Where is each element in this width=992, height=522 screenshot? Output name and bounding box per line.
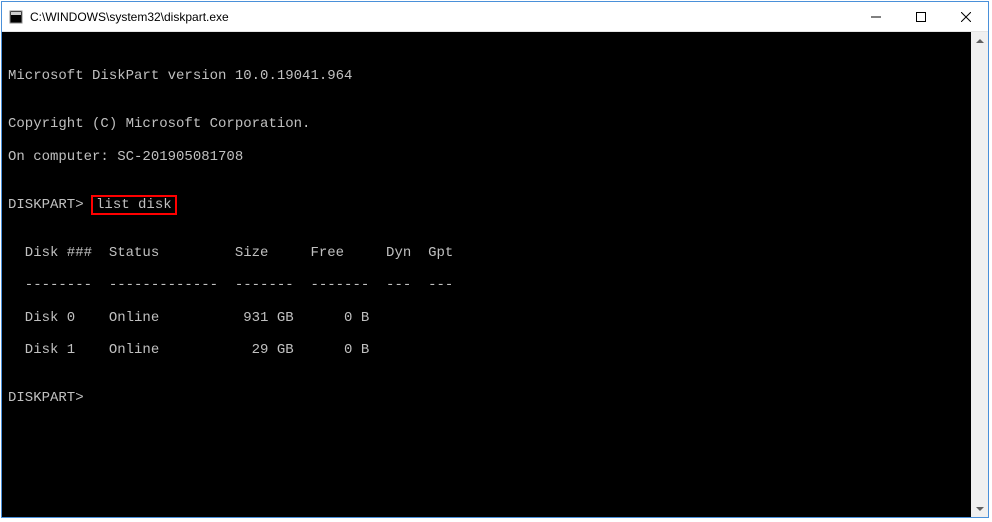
close-button[interactable] (943, 2, 988, 31)
titlebar[interactable]: C:\WINDOWS\system32\diskpart.exe (2, 2, 988, 32)
copyright-line: Copyright (C) Microsoft Corporation. (8, 116, 965, 132)
maximize-button[interactable] (898, 2, 943, 31)
app-icon (8, 9, 24, 25)
scroll-down-arrow[interactable] (971, 500, 988, 517)
scroll-track[interactable] (971, 49, 988, 500)
content-area: Microsoft DiskPart version 10.0.19041.96… (2, 32, 988, 517)
prompt-line: DISKPART> (8, 390, 965, 406)
table-header: Disk ### Status Size Free Dyn Gpt (8, 245, 965, 261)
window-frame: C:\WINDOWS\system32\diskpart.exe Microso… (1, 1, 989, 518)
table-row: Disk 0 Online 931 GB 0 B (8, 310, 965, 326)
table-divider: -------- ------------- ------- ------- -… (8, 277, 965, 293)
window-title: C:\WINDOWS\system32\diskpart.exe (30, 10, 853, 24)
scroll-up-arrow[interactable] (971, 32, 988, 49)
computer-line: On computer: SC-201905081708 (8, 149, 965, 165)
vertical-scrollbar[interactable] (971, 32, 988, 517)
table-row: Disk 1 Online 29 GB 0 B (8, 342, 965, 358)
terminal-output[interactable]: Microsoft DiskPart version 10.0.19041.96… (2, 32, 971, 517)
version-line: Microsoft DiskPart version 10.0.19041.96… (8, 68, 965, 84)
minimize-button[interactable] (853, 2, 898, 31)
command-highlight: list disk (91, 195, 177, 215)
prompt-prefix: DISKPART> (8, 197, 92, 213)
prompt-line: DISKPART> list disk (8, 197, 965, 213)
window-controls (853, 2, 988, 31)
